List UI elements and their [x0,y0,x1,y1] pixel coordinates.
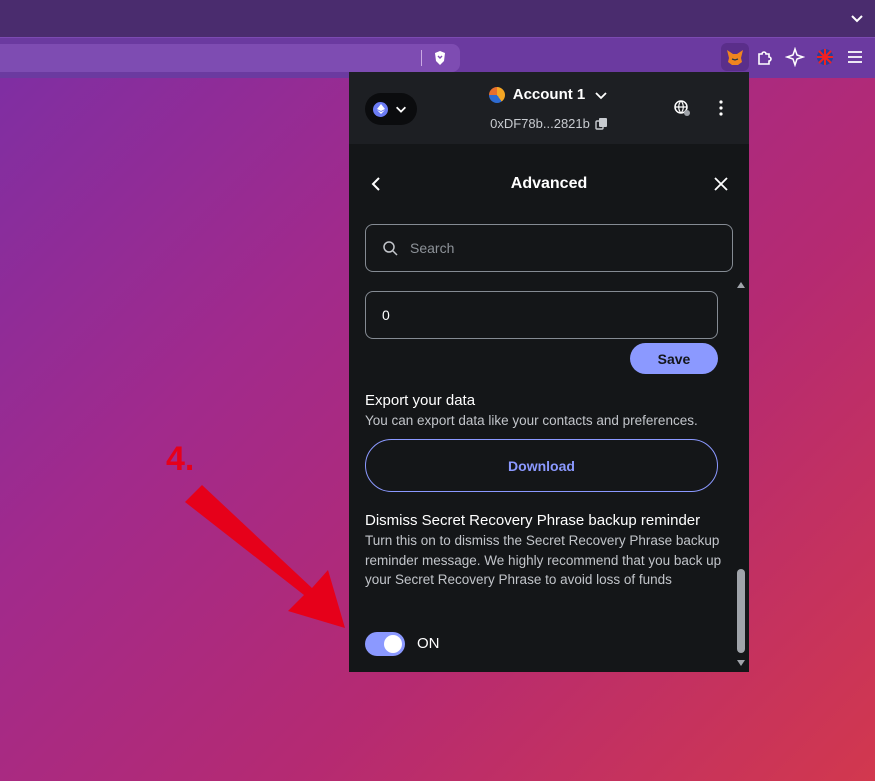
search-icon [383,241,398,256]
dismiss-srp-description: Turn this on to dismiss the Secret Recov… [365,533,722,587]
scroll-down-icon[interactable] [737,660,745,666]
sparkle-icon[interactable] [781,43,809,71]
number-input[interactable]: 0 [365,291,718,339]
step-annotation-label: 4. [166,440,195,478]
metamask-popup: Account 1 0xDF78b...2821b Advanced 0 Sav… [349,72,749,672]
search-input[interactable] [408,239,712,257]
number-input-value: 0 [382,307,390,323]
toggle-knob [384,635,402,653]
settings-scroll-area[interactable]: 0 Save Export your data You can export d… [349,284,749,672]
scrollbar-thumb[interactable] [737,569,745,653]
account-address[interactable]: 0xDF78b...2821b [490,116,608,131]
scroll-up-icon[interactable] [737,282,745,288]
save-button[interactable]: Save [630,343,718,374]
dismiss-srp-heading: Dismiss Secret Recovery Phrase backup re… [365,512,701,529]
chevron-down-icon[interactable] [849,10,865,26]
chevron-down-icon [595,91,607,99]
browser-titlebar [0,0,875,37]
address-bar[interactable] [0,44,460,72]
account-name: Account 1 [512,86,586,103]
divider [421,50,422,66]
wallet-header: Account 1 0xDF78b...2821b [349,72,749,144]
account-picker[interactable]: Account 1 [488,86,610,103]
dismiss-srp-toggle[interactable] [365,632,405,656]
page-title: Advanced [510,175,588,192]
puzzle-icon[interactable] [751,43,779,71]
search-field[interactable] [365,224,733,272]
annotation-arrow-icon [185,485,345,628]
globe-icon[interactable] [672,98,692,118]
address-text: 0xDF78b...2821b [490,115,590,131]
profile-flag-icon[interactable] [811,43,839,71]
toggle-state-label: ON [417,635,440,652]
copy-icon [595,117,607,130]
metamask-fox-icon[interactable] [721,43,749,71]
export-data-description: You can export data like your contacts a… [365,413,698,428]
brave-shield-icon[interactable] [432,50,448,66]
avatar [488,86,505,103]
menu-icon[interactable] [841,43,869,71]
download-button[interactable]: Download [365,439,718,492]
close-icon[interactable] [713,176,729,192]
export-data-heading: Export your data [365,392,476,409]
more-options-icon[interactable] [711,98,731,118]
